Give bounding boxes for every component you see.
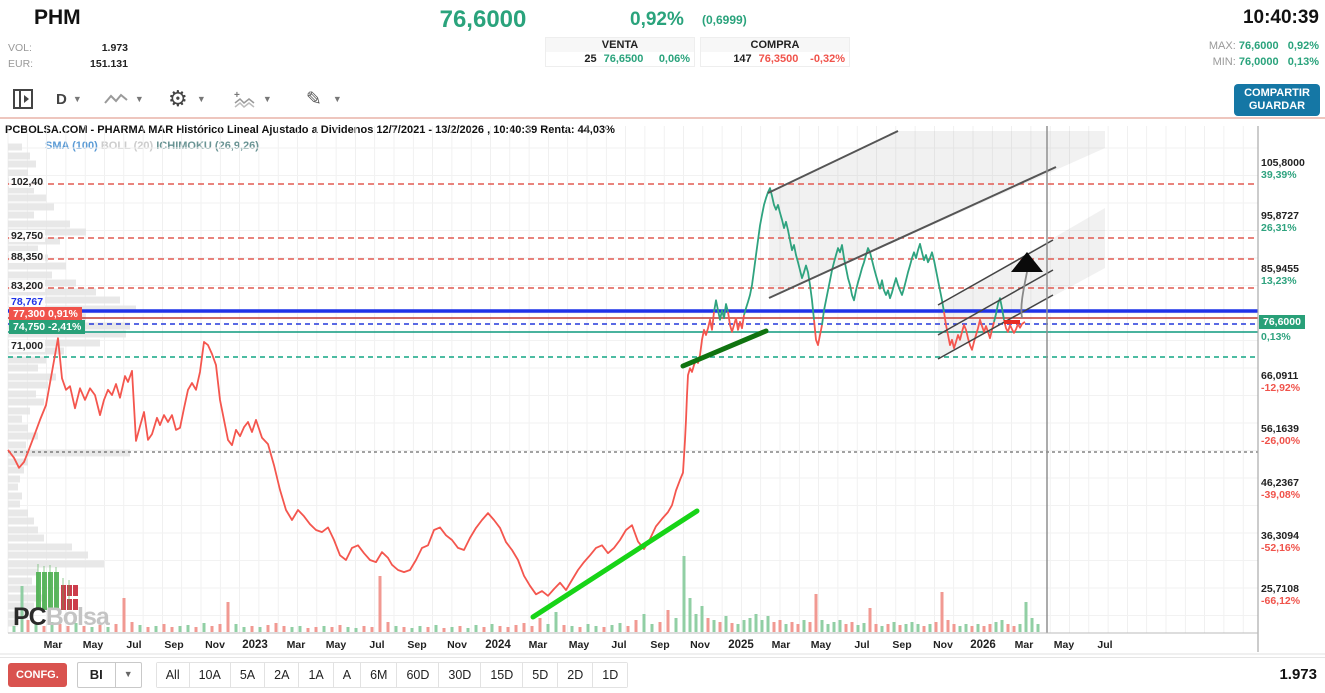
right-scale-label-7: 25,7108-66,12%: [1261, 583, 1300, 607]
svg-text:Jul: Jul: [611, 639, 626, 651]
svg-text:May: May: [326, 639, 347, 651]
left-price-label-1: 92,750: [9, 230, 45, 242]
right-scale-label-2: 85,945513,23%: [1261, 263, 1299, 287]
svg-text:Nov: Nov: [205, 639, 225, 651]
right-scale-label-4: 56,1639-26,00%: [1261, 423, 1300, 447]
left-price-label-0: 102,40: [9, 176, 45, 188]
svg-text:Sep: Sep: [650, 639, 669, 651]
svg-text:Sep: Sep: [407, 639, 426, 651]
right-scale-label-5: 46,2367-39,08%: [1261, 477, 1300, 501]
right-scale-label-1: 95,872726,31%: [1261, 210, 1299, 234]
left-price-label-2: 88,350: [9, 251, 45, 263]
svg-text:Nov: Nov: [933, 639, 953, 651]
low-level-badge: 74,750 -2,41%: [9, 320, 85, 334]
left-price-label-7: 71,000: [9, 340, 45, 352]
logo-bolsa-text: Bolsa: [46, 603, 109, 631]
current-price-sub-pct: 0,13%: [1261, 331, 1291, 343]
right-scale-label-0: 105,800039,39%: [1261, 157, 1305, 181]
svg-text:May: May: [811, 639, 832, 651]
svg-text:2023: 2023: [242, 639, 268, 651]
left-price-label-3: 83,200: [9, 280, 45, 292]
svg-text:Jul: Jul: [1097, 639, 1112, 651]
svg-text:Mar: Mar: [1015, 639, 1034, 651]
svg-text:Mar: Mar: [287, 639, 306, 651]
svg-text:May: May: [569, 639, 590, 651]
svg-text:Mar: Mar: [772, 639, 791, 651]
right-scale-label-3: 66,0911-12,92%: [1261, 370, 1300, 394]
prev-close-badge: 77,300 0,91%: [9, 307, 82, 321]
app-window: PHM VOL: 1.973 EUR: 151.131 76,6000 0,92…: [0, 0, 1325, 693]
svg-text:Jul: Jul: [126, 639, 141, 651]
svg-text:Nov: Nov: [447, 639, 467, 651]
svg-text:2024: 2024: [485, 639, 511, 651]
price-chart-canvas[interactable]: Mar May Jul Sep Nov 2023 Mar May Jul Sep Nov 2024 Ma…: [0, 0, 1325, 693]
svg-text:Nov: Nov: [690, 639, 710, 651]
svg-text:Sep: Sep: [164, 639, 183, 651]
svg-text:Mar: Mar: [44, 639, 63, 651]
right-scale-label-6: 36,3094-52,16%: [1261, 530, 1300, 554]
svg-text:2025: 2025: [728, 639, 754, 651]
logo-pc-text: PC: [13, 603, 46, 631]
svg-text:May: May: [83, 639, 104, 651]
svg-text:Sep: Sep: [892, 639, 911, 651]
svg-text:Jul: Jul: [369, 639, 384, 651]
svg-text:2026: 2026: [970, 639, 996, 651]
svg-text:Jul: Jul: [854, 639, 869, 651]
svg-text:May: May: [1054, 639, 1075, 651]
current-price-badge: 76,6000: [1259, 315, 1305, 329]
svg-text:Mar: Mar: [529, 639, 548, 651]
pcbolsa-logo: PCBolsa: [13, 603, 109, 632]
